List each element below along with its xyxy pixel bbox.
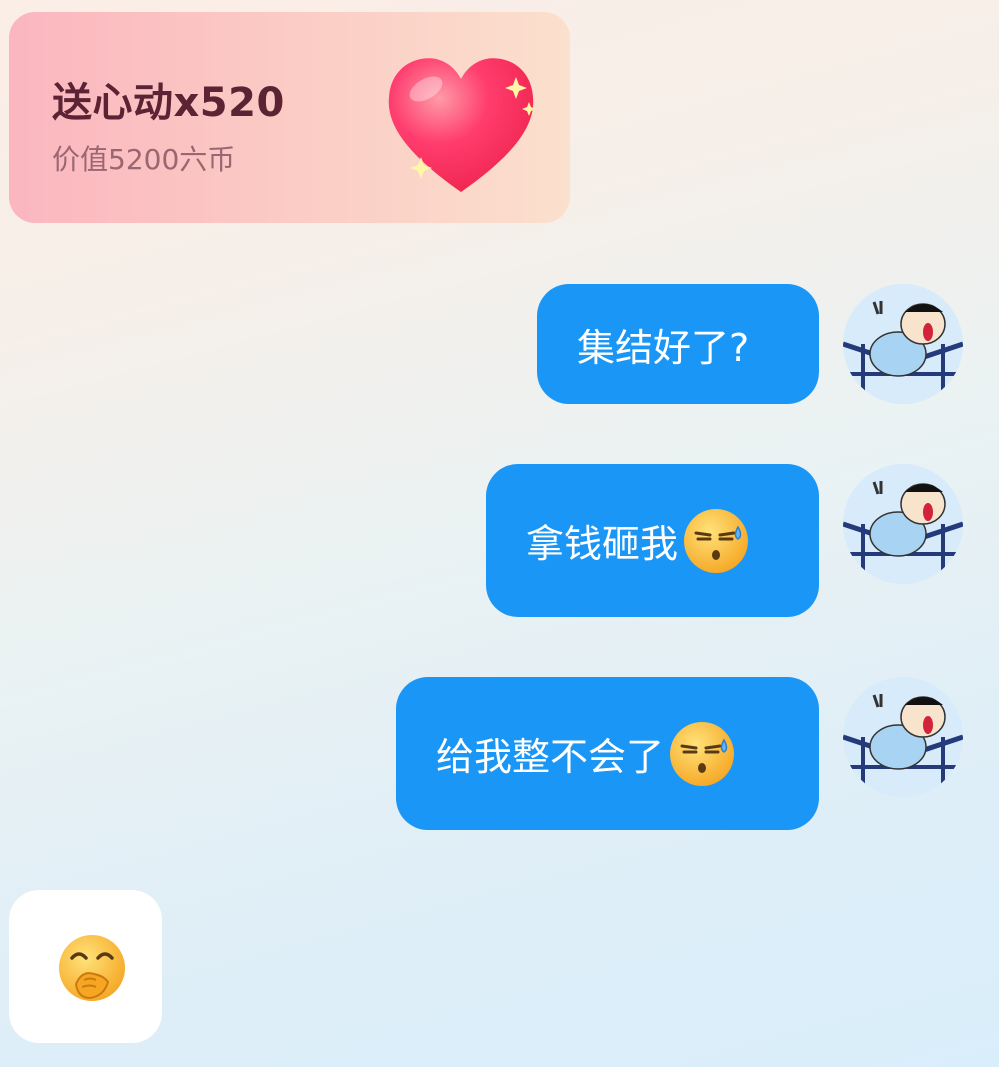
heart-icon [388, 58, 536, 192]
gift-value: 价值5200六币 [52, 143, 236, 176]
smirk-sweat-emoji [684, 508, 749, 573]
giggle-cover-mouth-emoji [59, 935, 125, 1001]
message-bubble[interactable]: 集结好了? [537, 284, 819, 404]
avatar[interactable] [843, 284, 963, 404]
avatar-image [843, 677, 963, 797]
avatar[interactable] [843, 677, 963, 797]
smirk-sweat-emoji [670, 721, 735, 786]
message-text: 拿钱砸我 [526, 522, 679, 566]
avatar[interactable] [843, 464, 963, 584]
gift-title: 送心动x520 [52, 80, 285, 126]
message-bubble[interactable]: 拿钱砸我 [486, 464, 819, 617]
incoming-message-bubble[interactable] [9, 890, 162, 1043]
message-text: 给我整不会了 [436, 735, 665, 779]
message-text: 集结好了? [577, 325, 750, 370]
gift-card[interactable]: 送心动x520 价值5200六币 [9, 12, 570, 223]
message-bubble[interactable]: 给我整不会了 [396, 677, 819, 830]
avatar-image [843, 464, 963, 584]
avatar-image [843, 284, 963, 404]
